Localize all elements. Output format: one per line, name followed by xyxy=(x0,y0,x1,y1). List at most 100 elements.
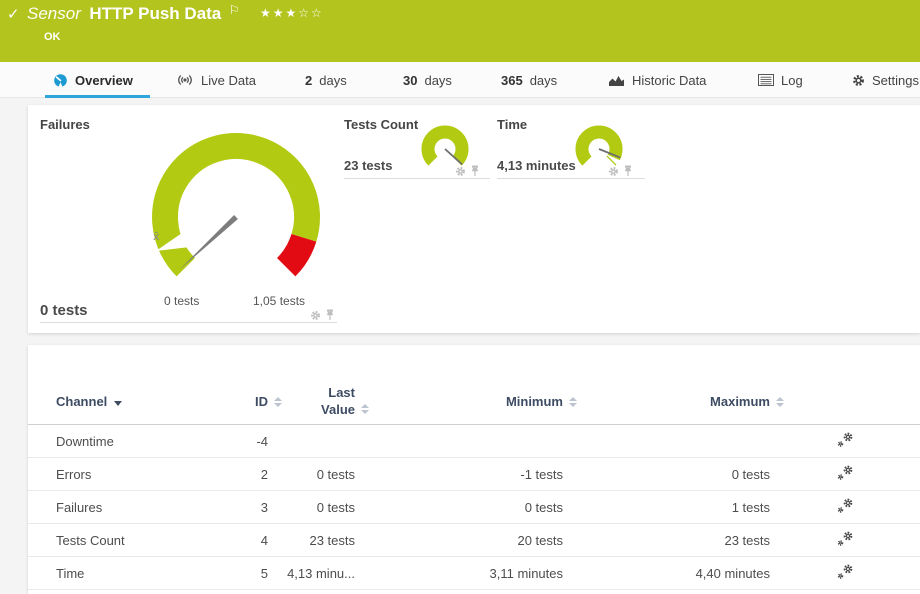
channel-name: Downtime xyxy=(28,434,240,449)
tab-live-data-label: Live Data xyxy=(201,73,256,88)
channel-name: Failures xyxy=(28,500,240,515)
gear-icon xyxy=(852,74,865,87)
channel-name: Tests Count xyxy=(28,533,240,548)
tab-bar: Overview Live Data 2 days 30 days 365 da… xyxy=(0,62,920,98)
tab-overview[interactable]: Overview xyxy=(53,62,133,98)
tab-2-days-label: days xyxy=(319,73,346,88)
gauge-current-value: 4,13 minutes xyxy=(497,158,576,173)
column-label: Channel xyxy=(56,394,107,409)
sensor-header: ✓ Sensor HTTP Push Data ⚐ ★★★☆☆ OK xyxy=(0,0,920,62)
tab-historic-data-label: Historic Data xyxy=(632,73,706,88)
average-marker-label: x̄ xyxy=(153,230,160,243)
channel-maximum: 23 tests xyxy=(563,533,770,548)
table-row-tests-count[interactable]: Tests Count 4 23 tests 20 tests 23 tests xyxy=(28,524,920,557)
column-label: Minimum xyxy=(506,394,563,409)
widget-pin-icon[interactable] xyxy=(470,164,480,182)
active-tab-indicator xyxy=(45,95,150,98)
widget-divider xyxy=(40,322,337,323)
tab-settings-label: Settings xyxy=(872,73,919,88)
table-row-downtime[interactable]: Downtime -4 xyxy=(28,425,920,458)
sort-desc-icon xyxy=(114,401,122,406)
tab-30-days-number: 30 xyxy=(403,73,417,88)
widget-pin-icon[interactable] xyxy=(623,164,633,182)
channel-last-value: 0 tests xyxy=(268,467,355,482)
prtg-sensor-page: ✓ Sensor HTTP Push Data ⚐ ★★★☆☆ OK Overv… xyxy=(0,0,920,594)
channel-maximum: 1 tests xyxy=(563,500,770,515)
gauges-panel: Failures x̄ 0 tests 1,05 tests 0 tests T… xyxy=(28,105,920,333)
channel-settings-gears-icon[interactable] xyxy=(837,432,854,451)
widget-divider xyxy=(497,178,645,179)
failures-gauge-chart xyxy=(146,122,326,297)
column-header-channel[interactable]: Channel xyxy=(28,394,240,409)
channel-name: Errors xyxy=(28,467,240,482)
widget-gear-icon[interactable] xyxy=(310,308,321,326)
column-label: ID xyxy=(255,394,268,409)
table-row-failures[interactable]: Failures 3 0 tests 0 tests 1 tests xyxy=(28,491,920,524)
tab-overview-label: Overview xyxy=(75,73,133,88)
gauge-title: Tests Count xyxy=(344,117,418,132)
channel-last-value: 0 tests xyxy=(268,500,355,515)
channel-table-header: Channel ID Last Value Minimum Maximum xyxy=(28,345,920,425)
table-row-time[interactable]: Time 5 4,13 minu... 3,11 minutes 4,40 mi… xyxy=(28,557,920,590)
column-header-minimum[interactable]: Minimum xyxy=(355,394,563,409)
gauge-title: Failures xyxy=(40,117,90,132)
tab-365-days-number: 365 xyxy=(501,73,523,88)
column-header-last-value[interactable]: Last Value xyxy=(268,385,355,419)
channel-minimum: -1 tests xyxy=(355,467,563,482)
tab-log-label: Log xyxy=(781,73,803,88)
tab-log[interactable]: Log xyxy=(758,62,803,98)
channel-id: 4 xyxy=(240,533,268,548)
page-title: HTTP Push Data xyxy=(89,4,221,23)
table-row-errors[interactable]: Errors 2 0 tests -1 tests 0 tests xyxy=(28,458,920,491)
log-list-icon xyxy=(758,74,774,86)
column-label: Last Value xyxy=(303,385,355,419)
column-header-maximum[interactable]: Maximum xyxy=(563,394,770,409)
channel-settings-gears-icon[interactable] xyxy=(837,498,854,517)
channel-settings-gears-icon[interactable] xyxy=(837,564,854,583)
channel-name: Time xyxy=(28,566,240,581)
channel-minimum: 20 tests xyxy=(355,533,563,548)
tab-settings[interactable]: Settings xyxy=(852,62,919,98)
gauge-current-value: 23 tests xyxy=(344,158,392,173)
broadcast-icon xyxy=(176,73,194,87)
channel-last-value: 4,13 minu... xyxy=(268,566,355,581)
channel-minimum: 0 tests xyxy=(355,500,563,515)
channel-id: 5 xyxy=(240,566,268,581)
channels-panel: Channel ID Last Value Minimum Maximum Do xyxy=(28,345,920,594)
stars-filled: ★★★ xyxy=(260,6,298,20)
channel-id: 3 xyxy=(240,500,268,515)
tab-365-days[interactable]: 365 days xyxy=(501,62,557,98)
stars-empty: ☆☆ xyxy=(298,6,324,20)
channel-last-value: 23 tests xyxy=(268,533,355,548)
widget-divider xyxy=(344,178,490,179)
tab-30-days-label: days xyxy=(424,73,451,88)
column-header-id[interactable]: ID xyxy=(240,394,268,409)
gauge-current-value: 0 tests xyxy=(40,302,88,319)
tab-live-data[interactable]: Live Data xyxy=(176,62,256,98)
gauge-icon xyxy=(53,73,68,88)
channel-maximum: 0 tests xyxy=(563,467,770,482)
sensor-title-line: Sensor HTTP Push Data ⚐ ★★★☆☆ xyxy=(27,4,324,24)
tab-2-days-number: 2 xyxy=(305,73,312,88)
gauge-scale-min: 0 tests xyxy=(164,294,199,308)
flag-icon[interactable]: ⚐ xyxy=(229,3,240,17)
channel-id: 2 xyxy=(240,467,268,482)
tab-2-days[interactable]: 2 days xyxy=(305,62,347,98)
tab-30-days[interactable]: 30 days xyxy=(403,62,452,98)
widget-gear-icon[interactable] xyxy=(608,164,619,182)
tab-365-days-label: days xyxy=(530,73,557,88)
channel-settings-gears-icon[interactable] xyxy=(837,531,854,550)
object-kind-label: Sensor xyxy=(27,4,81,23)
area-chart-icon xyxy=(608,74,625,87)
channel-settings-gears-icon[interactable] xyxy=(837,465,854,484)
column-label: Maximum xyxy=(710,394,770,409)
priority-stars[interactable]: ★★★☆☆ xyxy=(260,6,324,20)
tab-historic-data[interactable]: Historic Data xyxy=(608,62,706,98)
channel-id: -4 xyxy=(240,434,268,449)
widget-gear-icon[interactable] xyxy=(455,164,466,182)
sort-icon xyxy=(776,397,784,407)
channel-minimum: 3,11 minutes xyxy=(355,566,563,581)
widget-pin-icon[interactable] xyxy=(325,308,335,326)
gauge-scale-max: 1,05 tests xyxy=(253,294,305,308)
channel-maximum: 4,40 minutes xyxy=(563,566,770,581)
